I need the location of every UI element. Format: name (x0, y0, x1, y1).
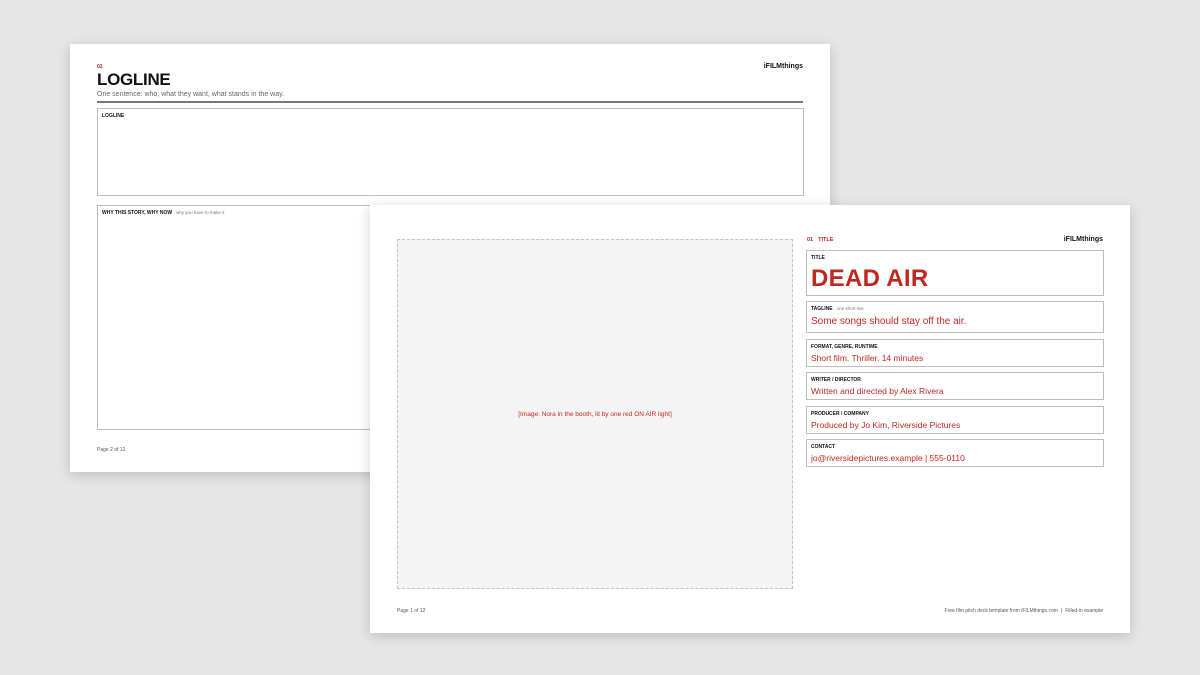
why-this-story-label-text: WHY THIS STORY, WHY NOW (102, 210, 173, 216)
format-field-label: FORMAT, GENRE, RUNTIME (811, 344, 878, 350)
tagline-field[interactable]: TAGLINE one short line Some songs should … (806, 301, 1104, 333)
image-placeholder-caption: [Image: Nora in the booth, lit by one re… (518, 410, 672, 418)
image-placeholder[interactable]: [Image: Nora in the booth, lit by one re… (397, 239, 793, 589)
contact-field-value: jo@riversidepictures.example | 555-0110 (811, 453, 965, 463)
logline-box[interactable]: LOGLINE (97, 108, 804, 196)
section-heading: 01 TITLE (807, 237, 833, 243)
writer-director-field-value: Written and directed by Alex Rivera (811, 386, 944, 396)
section-number: 01 (807, 237, 814, 243)
title-page: [Image: Nora in the booth, lit by one re… (370, 205, 1130, 633)
title-field-label: TITLE (811, 255, 825, 261)
title-field[interactable]: TITLE DEAD AIR (806, 250, 1104, 296)
contact-field[interactable]: CONTACT jo@riversidepictures.example | 5… (806, 439, 1104, 467)
footer-note: Filled-in example (1065, 608, 1103, 614)
why-this-story-hint: why you have to make it (176, 210, 225, 215)
page-number: Page 2 of 12 (97, 447, 126, 453)
tagline-field-value: Some songs should stay off the air. (811, 316, 967, 327)
writer-director-field[interactable]: WRITER / DIRECTOR Written and directed b… (806, 372, 1104, 400)
page-title: LOGLINE (97, 70, 171, 89)
footer-separator: | (1060, 608, 1063, 614)
producer-company-field-value: Produced by Jo Kim, Riverside Pictures (811, 420, 961, 430)
page-number: Page 1 of 12 (397, 608, 426, 614)
section-label: TITLE (818, 237, 834, 243)
producer-company-field[interactable]: PRODUCER / COMPANY Produced by Jo Kim, R… (806, 406, 1104, 434)
format-field-value: Short film. Thriller. 14 minutes (811, 353, 924, 363)
logline-label: LOGLINE (102, 113, 125, 119)
title-field-value: DEAD AIR (811, 265, 929, 292)
title-divider (97, 101, 803, 103)
contact-field-label: CONTACT (811, 444, 836, 450)
tagline-label-text: TAGLINE (811, 306, 833, 312)
footer-credit: Free film pitch deck template from iFILM… (945, 608, 1103, 614)
brand-logo: iFILMthings (763, 63, 803, 70)
writer-director-field-label: WRITER / DIRECTOR (811, 377, 861, 383)
brand-logo: iFILMthings (1063, 236, 1103, 243)
tagline-hint: one short line (836, 306, 864, 311)
producer-company-field-label: PRODUCER / COMPANY (811, 411, 869, 417)
format-field[interactable]: FORMAT, GENRE, RUNTIME Short film. Thril… (806, 339, 1104, 367)
page-subtitle: One sentence: who, what they want, what … (97, 91, 285, 98)
footer-credit-text: Free film pitch deck template from iFILM… (944, 608, 1058, 614)
why-this-story-label: WHY THIS STORY, WHY NOW why you have to m… (102, 210, 224, 216)
tagline-field-label: TAGLINE one short line (811, 306, 864, 312)
